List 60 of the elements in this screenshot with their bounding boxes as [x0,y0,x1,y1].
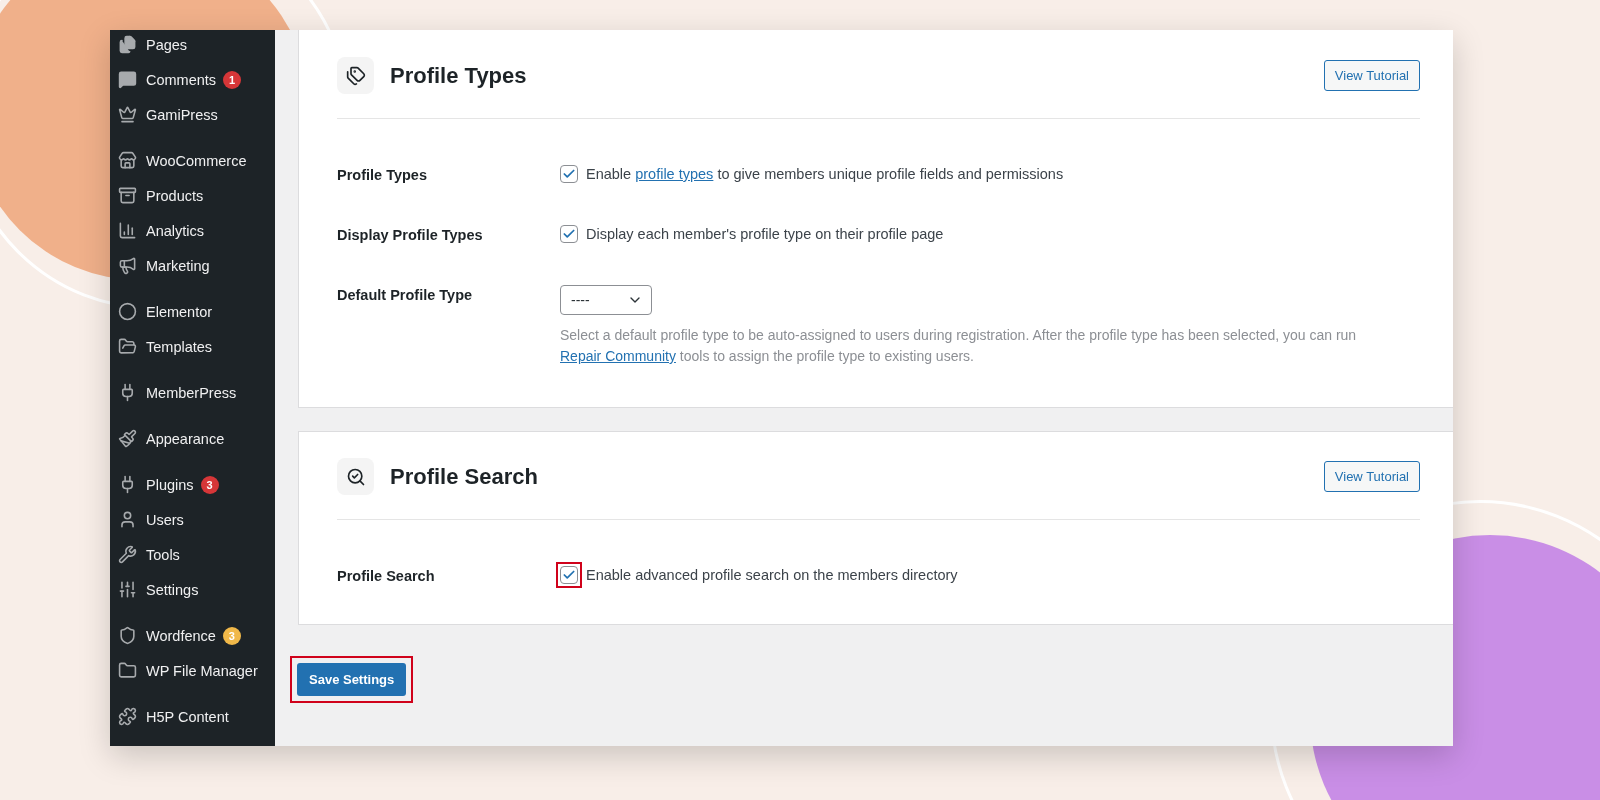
shield-icon [118,626,137,645]
setting-label: Profile Search [337,567,436,584]
bar-chart-icon [118,221,137,240]
sidebar-item[interactable]: Elementor [110,294,275,329]
user-icon [118,510,137,529]
puzzle-icon [118,707,137,726]
sliders-icon [118,580,137,599]
panel-title: Profile Types [390,62,528,89]
save-settings-button[interactable]: Save Settings [297,663,407,696]
sidebar-item[interactable]: Plugins 3 [110,467,275,502]
sidebar-item[interactable]: WP File Manager [110,653,275,688]
setting-label: Display Profile Types [337,226,484,243]
checkbox[interactable] [560,165,578,183]
sidebar-item[interactable]: Users [110,502,275,537]
sidebar-item[interactable]: Pages [110,30,275,62]
circle-icon [118,302,137,321]
option-text: Enable profile types to give members unique profile fields and permissions [586,166,1064,182]
view-tutorial-button[interactable]: View Tutorial [1323,461,1420,492]
pages-icon [118,35,137,54]
sidebar-item[interactable]: Settings [110,572,275,607]
paintbrush-icon [118,429,137,448]
option-text: Enable advanced profile search on the members directory [586,567,958,583]
folder-icon [118,337,137,356]
count-badge: 1 [223,70,242,89]
panel-title: Profile Search [390,463,539,490]
sidebar-item[interactable]: Marketing [110,248,275,283]
help-text: Select a default profile type to be auto-assigned to users during registration. After the profile type has been selected, you can run Repair Community tools to assign the profile type to existing users. [560,326,1358,366]
magnifier-icon [345,466,366,487]
count-badge: 3 [200,475,219,494]
crown-icon [118,105,137,124]
sidebar-item[interactable]: Wordfence 3 [110,618,275,653]
wrench-icon [118,545,137,564]
sidebar-item[interactable]: Products [110,178,275,213]
checkbox[interactable] [560,225,578,243]
sidebar-item[interactable]: H5P Content [110,699,275,734]
sidebar-item[interactable]: Tools [110,537,275,572]
select-field[interactable]: ---- [560,285,652,315]
view-tutorial-button[interactable]: View Tutorial [1323,60,1420,91]
setting-label: Profile Types [337,166,428,183]
sidebar-item[interactable]: Appearance [110,421,275,456]
check-icon [562,568,576,582]
setting-label: Default Profile Type [337,286,474,305]
speech-bubble-icon [118,70,137,89]
sidebar-item[interactable]: Templates [110,329,275,364]
store-icon [118,151,137,170]
text-link[interactable]: profile types [635,166,714,182]
sidebar-item[interactable]: GamiPress [110,97,275,132]
tags-icon [345,65,366,86]
sidebar-item[interactable]: Comments 1 [110,62,275,97]
sidebar-item[interactable]: MemberPress [110,375,275,410]
check-icon [562,227,576,241]
megaphone-icon [118,256,137,275]
text-link[interactable]: Repair Community [560,348,676,364]
count-badge: 3 [222,626,241,645]
option-text: Display each member's profile type on their profile page [586,226,944,242]
check-icon [562,167,576,181]
sidebar-item[interactable]: Analytics [110,213,275,248]
sidebar-item[interactable]: WooCommerce [110,143,275,178]
archive-box-icon [118,186,137,205]
folder-icon [118,661,137,680]
